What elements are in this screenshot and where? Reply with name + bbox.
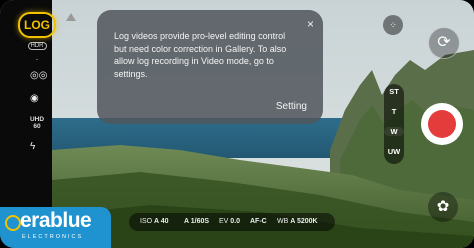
focus-value: AF-C	[250, 218, 267, 225]
resolution-label: UHD	[29, 116, 45, 123]
focus-setting[interactable]: AF-C	[250, 213, 267, 231]
lens-w[interactable]: W	[384, 127, 404, 136]
lens-t[interactable]: T	[384, 107, 404, 116]
iso-setting[interactable]: ISO A 40	[140, 213, 169, 231]
lens-uw[interactable]: UW	[384, 147, 404, 156]
audio-rings-icon[interactable]: ◎◎	[30, 70, 47, 81]
shutter-setting[interactable]: A 1/60S	[184, 213, 209, 231]
wb-setting[interactable]: WB A 5200K	[277, 213, 318, 231]
popup-message: Log videos provide pro-level editing con…	[114, 31, 287, 79]
flower-effects-icon[interactable]: ✿	[428, 192, 458, 222]
hdr-toggle[interactable]: HDR	[26, 42, 48, 50]
record-dot	[428, 110, 456, 138]
lens-st[interactable]: ST	[384, 87, 404, 96]
close-icon[interactable]: ×	[307, 17, 314, 31]
shutter-value: A 1/60S	[184, 218, 210, 225]
ev-value: 0.0	[230, 218, 241, 225]
warning-triangle-icon	[66, 13, 76, 21]
camera-settings-bar[interactable]: ISO A 40 A 1/60S EV 0.0 AF-C WB A 5200K	[129, 213, 335, 231]
iso-value: A 40	[154, 218, 169, 225]
record-button[interactable]	[421, 103, 463, 145]
log-button[interactable]: LOG	[18, 12, 56, 38]
brand-name: erablue	[20, 209, 92, 232]
stabilization-icon[interactable]: ◉	[30, 93, 39, 104]
ev-setting[interactable]: EV 0.0	[219, 213, 240, 231]
brand-ring-icon	[5, 215, 21, 231]
log-notice-popup: × Log videos provide pro-level editing c…	[97, 10, 323, 124]
flash-off-icon[interactable]: ϟ	[30, 141, 35, 152]
fps-label: 60	[33, 123, 41, 130]
wb-value: A 5200K	[290, 218, 318, 225]
brand-tagline: ELECTRONICS	[22, 234, 84, 240]
hdr-label: HDR	[27, 42, 47, 50]
ev-label: EV	[219, 218, 229, 225]
wb-label: WB	[277, 218, 289, 225]
setting-button[interactable]: Setting	[276, 101, 307, 112]
brand-watermark: erablue ELECTRONICS	[0, 207, 111, 248]
iso-label: ISO	[140, 218, 153, 225]
lens-selector: ST T W UW	[384, 84, 404, 164]
camera-screen: LOG HDR - ◎◎ ◉ UHD 60 ϟ × Log videos pro…	[0, 0, 474, 248]
grid-menu-icon[interactable]: ⁘	[383, 15, 403, 35]
switch-camera-icon[interactable]: ⟳	[428, 27, 460, 59]
rail-dash: -	[36, 57, 38, 63]
resolution-toggle[interactable]: UHD 60	[26, 116, 48, 130]
